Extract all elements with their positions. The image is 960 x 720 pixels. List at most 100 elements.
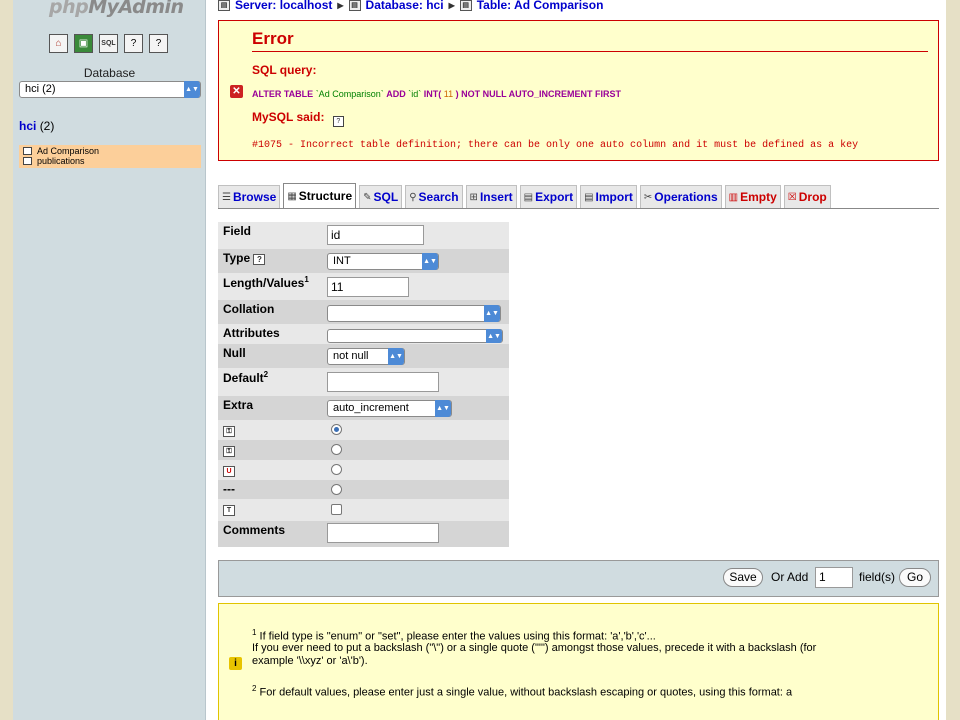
sql-keyword: ADD [386,89,406,99]
save-bar: Save Or Add 1 field(s) Go [218,560,939,597]
error-message: #1075 - Incorrect table definition; ther… [252,140,859,151]
sql-column-name: `id` [408,89,422,99]
index-radio[interactable] [331,444,342,455]
index-index-row: ⚿ [218,440,509,460]
tab-label: Insert [479,190,513,204]
database-select[interactable]: hci (2) ▲▼ [19,81,201,98]
null-row: Null not null ▲▼ [218,344,509,368]
home-icon[interactable]: ⌂ [49,34,68,53]
tab-structure[interactable]: ▦ Structure [283,183,357,208]
notes-box: i 1 If field type is "enum" or "set", pl… [218,603,939,720]
database-link[interactable]: hci (2) [19,119,54,133]
table-name[interactable]: Ad Comparison [37,146,99,156]
tab-insert[interactable]: ⊞ Insert [465,185,517,208]
type-label: Type ? [218,249,319,273]
collation-select[interactable]: ▲▼ [327,305,501,322]
sql-query-label: SQL query: [252,63,317,77]
docs-icon[interactable]: ? [124,34,143,53]
field-name-input[interactable]: id [327,225,424,245]
phpmyadmin-logo[interactable]: phpMyAdmin [49,0,184,18]
note-1: 1 If field type is "enum" or "set", plea… [252,626,656,644]
empty-icon: ▥ [728,191,739,203]
breadcrumb-server[interactable]: Server: localhost [235,0,332,12]
breadcrumb-table[interactable]: Table: Ad Comparison [477,0,604,12]
primary-key-icon: ⚿ [223,426,235,437]
tab-browse[interactable]: ☰ Browse [218,185,281,208]
tab-sql[interactable]: ✎ SQL [359,185,403,208]
note-text: If field type is "enum" or "set", please… [259,630,656,643]
help-icon[interactable]: ? [253,254,266,265]
type-select[interactable]: INT ▲▼ [327,253,439,270]
add-fields-count-input[interactable]: 1 [815,567,853,588]
no-index-radio[interactable] [331,484,342,495]
breadcrumb: ▤ Server: localhost ▶ ▤ Database: hci ▶ … [218,0,603,12]
table-list-item[interactable]: publications [19,156,201,166]
save-button[interactable]: Save [723,568,763,587]
browse-icon: ☰ [222,191,231,203]
attributes-select[interactable]: ▲▼ [327,329,503,343]
select-arrows-icon: ▲▼ [486,329,502,343]
query-window-icon[interactable]: SQL [99,34,118,53]
fulltext-checkbox[interactable] [331,504,342,515]
table-list-item[interactable]: Ad Comparison [19,146,201,156]
structure-icon: ▦ [287,190,297,202]
logout-icon[interactable]: ▣ [74,34,93,53]
tab-export[interactable]: ▤ Export [519,185,578,208]
tab-empty[interactable]: ▥ Empty [724,185,781,208]
tab-label: Browse [232,190,277,204]
null-select[interactable]: not null ▲▼ [327,348,405,365]
fields-label: field(s) [859,570,896,584]
index-icon: ⚿ [223,446,235,457]
window-frame-right [946,0,960,720]
default-label-text: Default [223,371,264,385]
search-icon: ⚲ [409,191,417,203]
extra-label: Extra [218,396,319,420]
table-icon[interactable] [23,157,32,165]
comments-row: Comments [218,521,509,547]
type-row: Type ? INT ▲▼ [218,249,509,273]
default-row: Default2 [218,368,509,396]
select-arrows-icon: ▲▼ [484,305,500,322]
operations-icon: ✂ [643,191,653,203]
tab-drop[interactable]: ☒ Drop [783,185,831,208]
sql-icon: ✎ [363,191,372,203]
comments-input[interactable] [327,523,439,543]
breadcrumb-database[interactable]: Database: hci [366,0,444,12]
index-unique-row: U [218,460,509,480]
documentation-icon[interactable]: ? [332,116,344,127]
notice-icon: i [229,657,242,670]
length-input[interactable]: 11 [327,277,409,297]
sql-number: 11 [443,89,454,99]
logo-myadmin-text: MyAdmin [88,0,184,18]
tab-label: Empty [740,190,777,204]
unique-radio[interactable] [331,464,342,475]
tab-import[interactable]: ▤ Import [580,185,637,208]
index-none-label: --- [218,480,319,499]
database-label: Database [83,66,136,80]
extra-select[interactable]: auto_increment ▲▼ [327,400,452,417]
null-select-value: not null [333,350,369,362]
go-button[interactable]: Go [899,568,931,587]
collation-label: Collation [218,300,319,324]
tab-operations[interactable]: ✂ Operations [639,185,722,208]
default-input[interactable] [327,372,439,392]
breadcrumb-separator-icon: ▶ [448,0,455,10]
error-title: Error [252,29,294,48]
sql-query-text: ALTER TABLE `Ad Comparison` ADD `id` INT… [252,89,621,99]
mysql-docs-icon[interactable]: ? [149,34,168,53]
primary-key-radio[interactable] [331,424,342,435]
tab-label: Operations [654,190,718,204]
length-label: Length/Values1 [218,273,319,300]
type-label-text: Type [223,251,251,265]
table-icon[interactable] [23,147,32,155]
note-1-line-2: If you ever need to put a backslash ("\"… [252,642,817,654]
type-select-value: INT [333,255,351,267]
tab-search[interactable]: ⚲ Search [405,185,463,208]
main-content: ▤ Server: localhost ▶ ▤ Database: hci ▶ … [206,0,946,720]
database-name[interactable]: hci [19,119,36,133]
mysql-said-text: MySQL said: [252,110,325,124]
tab-label: Drop [798,190,827,204]
table-name[interactable]: publications [37,156,85,166]
drop-icon: ☒ [787,191,797,203]
insert-icon: ⊞ [469,191,478,203]
